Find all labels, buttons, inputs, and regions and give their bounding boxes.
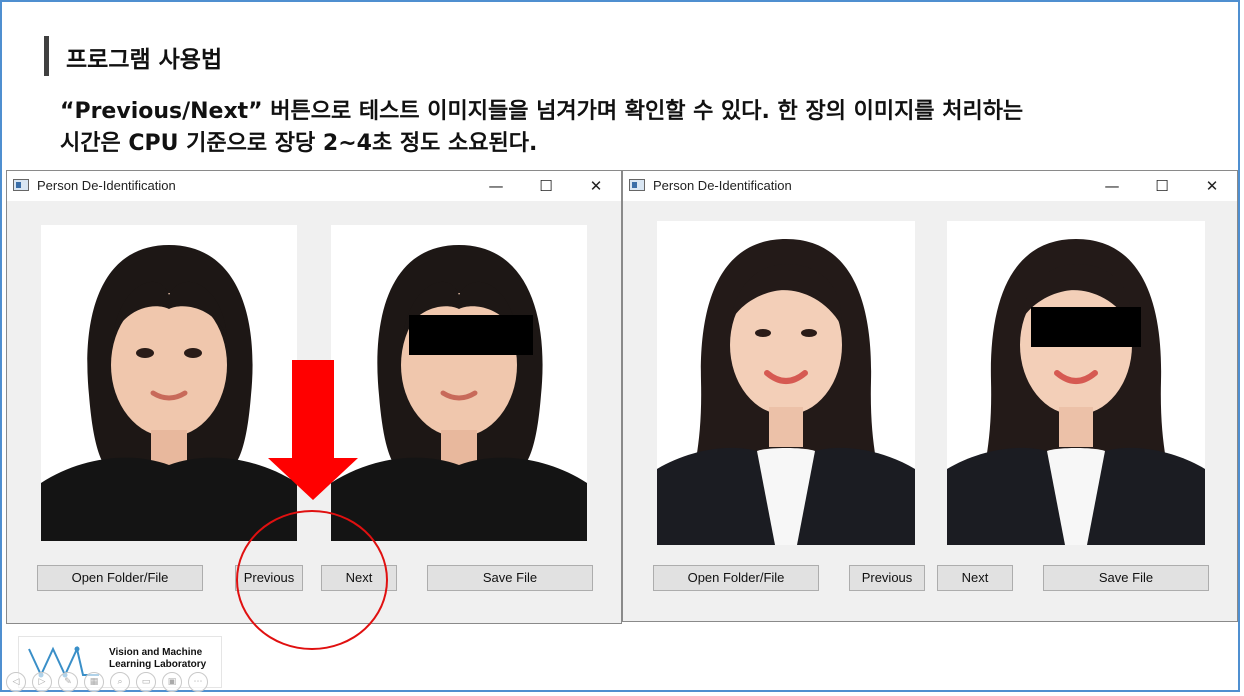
- app-window-right: Person De-Identification — ☐ ✕ Open Fold…: [622, 170, 1238, 622]
- censor-bar: [1031, 307, 1141, 347]
- slide-title: 프로그램 사용법: [66, 47, 223, 73]
- original-photo: [657, 221, 915, 545]
- open-folder-button[interactable]: Open Folder/File: [653, 565, 819, 591]
- window-title: Person De-Identification: [37, 178, 176, 193]
- logo-text: Vision and Machine Learning Laboratory: [109, 647, 206, 671]
- maximize-button[interactable]: ☐: [523, 171, 569, 201]
- close-button[interactable]: ✕: [573, 171, 619, 201]
- camera-icon[interactable]: ▣: [162, 672, 182, 692]
- app-icon: [13, 179, 29, 191]
- previous-button[interactable]: Previous: [235, 565, 303, 591]
- pen-icon[interactable]: ✎: [58, 672, 78, 692]
- previous-slide-icon[interactable]: ◁: [6, 672, 26, 692]
- deidentified-photo: [331, 225, 587, 541]
- app-icon: [629, 179, 645, 191]
- open-folder-button[interactable]: Open Folder/File: [37, 565, 203, 591]
- next-button[interactable]: Next: [321, 565, 397, 591]
- save-file-button[interactable]: Save File: [427, 565, 593, 591]
- next-button[interactable]: Next: [937, 565, 1013, 591]
- next-slide-icon[interactable]: ▷: [32, 672, 52, 692]
- title-accent-bar: [44, 36, 49, 76]
- description-line-2: 시간은 CPU 기준으로 장당 2~4초 정도 소요된다.: [60, 131, 538, 156]
- description-line-1: “Previous/Next” 버튼으로 테스트 이미지들을 넘겨가며 확인할 …: [60, 99, 1024, 124]
- slide-description: “Previous/Next” 버튼으로 테스트 이미지들을 넘겨가며 확인할 …: [60, 96, 1180, 160]
- red-down-arrow-icon: [268, 360, 358, 500]
- slides-grid-icon[interactable]: ▦: [84, 672, 104, 692]
- logo-line-1: Vision and Machine: [109, 647, 203, 658]
- window-title: Person De-Identification: [653, 178, 792, 193]
- window-titlebar[interactable]: Person De-Identification — ☐ ✕: [7, 171, 621, 201]
- slideshow-toolbar: ◁ ▷ ✎ ▦ ⌕ ▭ ▣ ⋯: [6, 672, 208, 694]
- maximize-button[interactable]: ☐: [1139, 171, 1185, 201]
- window-titlebar[interactable]: Person De-Identification — ☐ ✕: [623, 171, 1237, 201]
- deidentified-photo: [947, 221, 1205, 545]
- logo-line-2: Learning Laboratory: [109, 659, 207, 670]
- minimize-button[interactable]: —: [1089, 171, 1135, 201]
- save-file-button[interactable]: Save File: [1043, 565, 1209, 591]
- zoom-icon[interactable]: ⌕: [110, 672, 130, 692]
- minimize-button[interactable]: —: [473, 171, 519, 201]
- previous-button[interactable]: Previous: [849, 565, 925, 591]
- subtitles-icon[interactable]: ▭: [136, 672, 156, 692]
- original-photo: [41, 225, 297, 541]
- more-options-icon[interactable]: ⋯: [188, 672, 208, 692]
- censor-bar: [409, 315, 533, 355]
- close-button[interactable]: ✕: [1189, 171, 1235, 201]
